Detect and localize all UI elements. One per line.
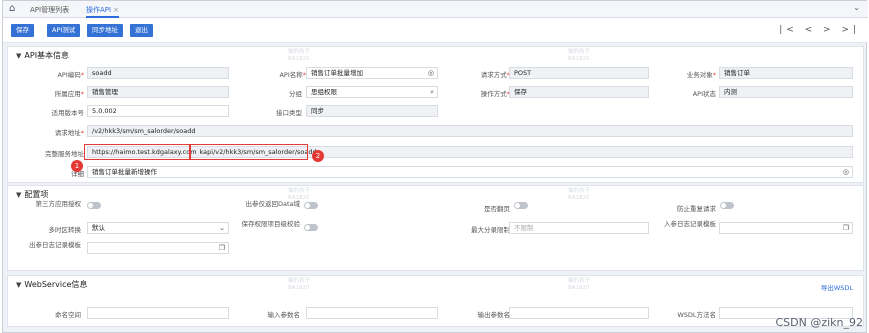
save-verify-toggle[interactable] — [304, 224, 318, 231]
watermark: 猫的孩子 BA1820 — [568, 188, 591, 201]
out-log-field[interactable]: ❐ — [87, 242, 229, 254]
save-button[interactable]: 保存 — [11, 24, 34, 37]
watermark: 猫的孩子 BA1820 — [288, 49, 311, 62]
watermark: 猫的孩子 BA1820 — [568, 49, 591, 62]
language-icon[interactable]: ◎ — [843, 167, 849, 177]
group-label: 分组 — [289, 90, 302, 98]
export-wsdl-link[interactable]: 导出WSDL — [821, 282, 853, 292]
caret-down-icon: ▼ — [16, 281, 22, 289]
api-status-field[interactable]: 内测 — [719, 86, 853, 98]
chevron-down-icon[interactable]: ⌄ — [853, 3, 860, 12]
csdn-watermark: CSDN @zikn_92 — [775, 316, 863, 329]
out-param-input[interactable] — [509, 307, 649, 319]
max-batch-label: 最大分录限制 — [471, 226, 510, 234]
watermark: 猫的孩子 BA1820 — [288, 188, 311, 201]
watermark: 猫的孩子 BA1820 — [568, 278, 591, 291]
home-icon[interactable]: ⌂ — [9, 4, 20, 14]
out-log-label: 出参日志记录模板 — [29, 241, 81, 249]
section-header-config[interactable]: ▼ 配置项 — [16, 189, 48, 200]
exit-button[interactable]: 退出 — [130, 24, 153, 37]
sync-address-button[interactable]: 同步地址 — [87, 24, 123, 37]
caret-down-icon: ▼ — [16, 191, 22, 199]
third-party-auth-label: 第三方应用授权 — [35, 200, 82, 208]
full-url-label: 完整服务地址 — [45, 150, 84, 158]
record-pager[interactable]: |< < > >| — [779, 25, 860, 35]
popup-icon[interactable]: ❐ — [219, 243, 225, 253]
timezone-label: 多时区转换 — [48, 226, 82, 234]
app-window: ⌂ API管理列表 操作API × ⌄ 保存 API测试 同步地址 退出 |< <… — [2, 0, 868, 333]
api-basic-info-panel: ▼ API基本信息 API编码* soadd API名称* 销售订单批量增加 ◎ 请… — [7, 46, 864, 183]
paging-label: 是否翻页 — [484, 205, 510, 213]
paging-toggle[interactable] — [514, 202, 528, 209]
timezone-select[interactable]: 默认 ⌄ — [87, 222, 229, 234]
section-header-basic[interactable]: ▼ API基本信息 — [16, 50, 69, 61]
request-method-label: 请求方式* — [480, 71, 510, 79]
section-header-webservice[interactable]: ▼ WebService信息 — [16, 279, 87, 290]
detail-field[interactable]: 销售订单批量新增操作 ◎ — [87, 166, 853, 178]
in-log-label: 入参日志记录模板 — [664, 220, 716, 228]
webservice-panel: ▼ WebService信息 导出WSDL 命名空间 输入参数名 输出参数名 WS… — [7, 275, 864, 327]
request-method-field[interactable]: POST — [509, 67, 649, 79]
tab-api-list[interactable]: API管理列表 — [30, 4, 69, 16]
tab-operate-api[interactable]: 操作API × — [86, 4, 119, 18]
out-param-label: 输出参数名 — [477, 311, 511, 319]
third-party-auth-toggle[interactable] — [87, 202, 101, 209]
annotation-badge-1: 1 — [71, 160, 83, 172]
op-mode-label: 操作方式* — [480, 90, 510, 98]
in-param-input[interactable] — [306, 307, 438, 319]
api-status-label: API状态 — [692, 90, 716, 98]
toolbar: 保存 API测试 同步地址 退出 |< < > >| — [3, 18, 868, 43]
max-batch-input[interactable]: 不限制 — [509, 222, 649, 234]
annotation-box-1 — [84, 144, 190, 160]
watermark: 猫的孩子 BA1820 — [288, 278, 311, 291]
popup-icon[interactable]: ❐ — [843, 223, 849, 233]
version-field[interactable]: 5.0.002 — [87, 105, 229, 117]
interface-type-label: 接口类型 — [276, 109, 302, 117]
api-code-label: API编码* — [57, 71, 84, 79]
wsdl-method-label: WSDL方法名 — [677, 311, 716, 319]
namespace-input[interactable] — [87, 307, 229, 319]
op-mode-field[interactable]: 保存 — [509, 86, 649, 98]
business-object-field[interactable]: 销售订单 — [719, 67, 853, 79]
api-name-field[interactable]: 销售订单批量增加 ◎ — [306, 67, 438, 79]
in-param-label: 输入参数名 — [267, 311, 301, 319]
tab-bar: ⌂ API管理列表 操作API × ⌄ — [3, 1, 868, 18]
anti-replay-label: 防止重复请求 — [677, 205, 716, 213]
anti-replay-toggle[interactable] — [720, 202, 734, 209]
search-icon[interactable]: ⌕ — [430, 87, 434, 97]
request-url-label: 请求地址* — [54, 129, 84, 137]
caret-down-icon: ▼ — [16, 52, 22, 60]
api-code-field[interactable]: soadd — [87, 67, 229, 79]
in-log-field[interactable]: ❐ — [719, 222, 853, 234]
output-return-toggle[interactable] — [304, 202, 318, 209]
annotation-box-2 — [190, 144, 308, 160]
close-icon[interactable]: × — [113, 6, 119, 14]
app-label: 所属应用* — [54, 90, 84, 98]
api-test-button[interactable]: API测试 — [47, 24, 81, 37]
interface-type-field[interactable]: 同步 — [306, 105, 438, 117]
version-label: 适用版本号 — [51, 109, 85, 117]
namespace-label: 命名空间 — [55, 311, 81, 319]
group-field[interactable]: 思组权限 ⌕ — [306, 86, 438, 98]
request-url-field[interactable]: /v2/hkk3/sm/sm_salorder/soadd — [87, 125, 853, 137]
config-panel: ▼ 配置项 第三方应用授权 出参仅返回Data域 是否翻页 防止重复请求 多时区转… — [7, 185, 864, 271]
api-name-label: API名称* — [279, 71, 306, 79]
language-icon[interactable]: ◎ — [428, 68, 434, 78]
chevron-down-icon: ⌄ — [219, 224, 225, 232]
business-object-label: 业务对象* — [686, 71, 716, 79]
annotation-badge-2: 2 — [312, 150, 324, 162]
app-field[interactable]: 销售管理 — [87, 86, 229, 98]
save-verify-label: 保存权限项目级校验 — [241, 220, 301, 228]
